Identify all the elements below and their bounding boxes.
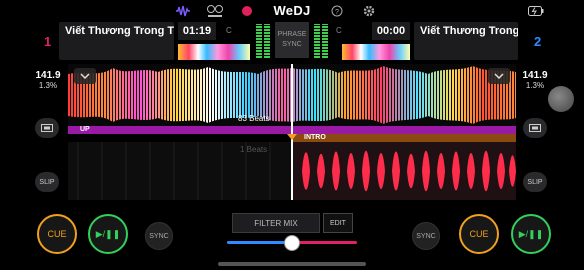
filter-mix-button[interactable]: FILTER MIX (232, 213, 320, 233)
deck2-cue-button[interactable]: CUE (459, 214, 499, 254)
phrase-sync-button[interactable]: PHRASE SYNC (275, 22, 309, 58)
edit-button[interactable]: EDIT (323, 213, 353, 233)
deck2-sync-button[interactable]: SYNC (412, 222, 440, 250)
deck1-slip-button[interactable]: SLIP (35, 172, 59, 192)
deck2-track-panel[interactable]: Viết Thương Trong T (414, 22, 518, 60)
deck1-track-title: Viết Thương Trong T (65, 25, 174, 37)
deck2-slip-button[interactable]: SLIP (523, 172, 547, 192)
phrase-sync-label-1: PHRASE (277, 31, 307, 38)
upper-section-bar-right (292, 126, 516, 134)
deck2-key: C (336, 26, 342, 35)
playhead (291, 64, 293, 200)
deck1-level-meter (256, 24, 262, 58)
deck1-track-panel[interactable]: Viết Thương Trong T (59, 22, 174, 60)
upper-beats-label: 83 Beats (238, 114, 270, 123)
pads-icon[interactable] (206, 4, 224, 18)
lower-beats-label: 1 Beats (240, 145, 268, 154)
waveform-icon[interactable] (176, 4, 190, 18)
deck2-level-meter (314, 24, 320, 58)
deck1-collapse-button[interactable] (74, 68, 96, 84)
chevron-down-icon (80, 73, 90, 79)
deck1-sync-button[interactable]: SYNC (145, 222, 173, 250)
deck2-bpm[interactable]: 141.9 1.3% (518, 70, 552, 90)
deck2-jog-knob[interactable] (548, 86, 574, 112)
loop-icon (41, 124, 53, 132)
deck1-number: 1 (44, 34, 52, 49)
deck1-level-meter-2 (264, 24, 270, 58)
svg-text:?: ? (335, 9, 339, 16)
app-title: WeDJ (273, 3, 311, 18)
deck1-play-button[interactable]: ▶/❚❚ (88, 214, 128, 254)
settings-icon[interactable] (363, 4, 375, 18)
upper-section-left: UP (68, 126, 292, 134)
deck2-time-overview[interactable] (342, 44, 410, 60)
deck1-time-overview[interactable] (178, 44, 250, 60)
deck1-time: 01:19 (178, 22, 216, 40)
phrase-sync-label-2: SYNC (282, 41, 302, 48)
help-icon[interactable]: ? (331, 4, 343, 18)
deck2-collapse-button[interactable] (488, 68, 510, 84)
deck1-loop-button[interactable] (35, 118, 59, 138)
deck2-time: 00:00 (372, 22, 410, 40)
deck1-cue-button[interactable]: CUE (37, 214, 77, 254)
playhead-marker-icon (287, 134, 297, 140)
deck1-key: C (226, 26, 232, 35)
deck2-play-button[interactable]: ▶/❚❚ (511, 214, 551, 254)
upper-section-right: INTRO (292, 134, 516, 142)
deck2-loop-button[interactable] (523, 118, 547, 138)
deck1-bpm[interactable]: 141.9 1.3% (31, 70, 65, 90)
crossfader-knob[interactable] (284, 235, 300, 251)
record-icon[interactable] (241, 4, 253, 18)
deck2-number: 2 (534, 34, 542, 49)
chevron-down-icon (494, 73, 504, 79)
deck1-pitch: 1.3% (38, 81, 58, 90)
loop-icon (529, 124, 541, 132)
deck1-bpm-value: 141.9 (35, 70, 61, 81)
home-indicator (218, 262, 366, 266)
deck2-level-meter-2 (322, 24, 328, 58)
deck2-bpm-value: 141.9 (522, 70, 548, 81)
battery-icon (528, 4, 544, 18)
deck2-track-title: Viết Thương Trong T (420, 25, 518, 37)
deck2-pitch: 1.3% (525, 81, 545, 90)
